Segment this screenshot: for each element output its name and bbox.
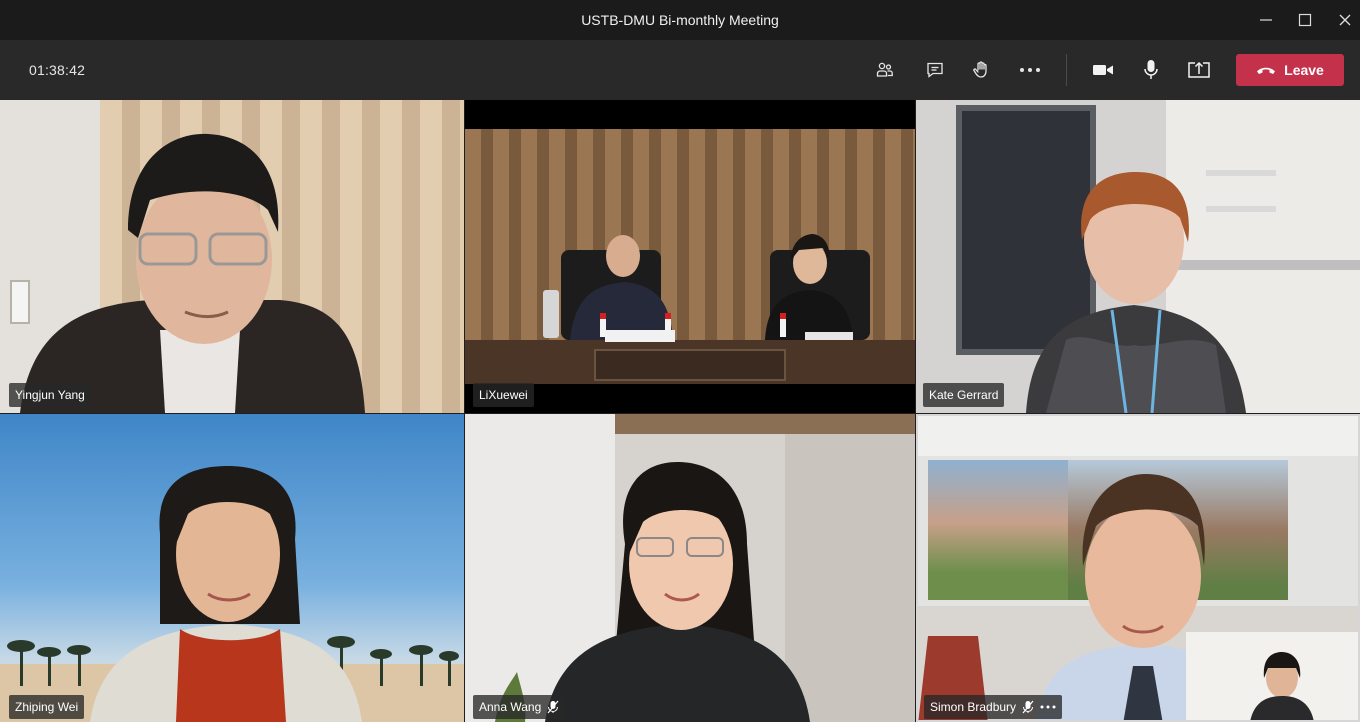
participant-video bbox=[20, 133, 365, 413]
participant-video bbox=[543, 234, 870, 381]
participant-name-tag: Anna Wang bbox=[473, 695, 566, 719]
hang-up-icon bbox=[1257, 67, 1276, 74]
participant-more-options-icon[interactable] bbox=[1040, 705, 1056, 709]
participant-name: LiXuewei bbox=[479, 388, 528, 402]
participants-icon[interactable] bbox=[870, 55, 900, 85]
window-title: USTB-DMU Bi-monthly Meeting bbox=[581, 12, 779, 28]
video-tile-zhiping-wei[interactable]: Zhiping Wei bbox=[0, 414, 464, 722]
meeting-toolbar: 01:38:42 Leave bbox=[0, 40, 1360, 100]
video-tile-kate-gerrard[interactable]: Kate Gerrard bbox=[916, 100, 1360, 413]
participant-name-tag: Yingjun Yang bbox=[9, 383, 91, 407]
chat-icon[interactable] bbox=[920, 55, 950, 85]
participant-name: Kate Gerrard bbox=[929, 388, 999, 402]
participant-name: Zhiping Wei bbox=[15, 700, 79, 714]
participant-name-tag: LiXuewei bbox=[473, 383, 534, 407]
microphone-icon[interactable] bbox=[1136, 55, 1166, 85]
participant-video bbox=[495, 462, 810, 722]
muted-microphone-icon bbox=[1022, 700, 1034, 714]
participant-name: Yingjun Yang bbox=[15, 388, 85, 402]
leave-button[interactable]: Leave bbox=[1236, 54, 1344, 86]
video-tile-yingjun-yang[interactable]: Yingjun Yang bbox=[0, 100, 464, 413]
video-tile-lixuewei[interactable]: LiXuewei bbox=[465, 100, 915, 413]
toolbar-divider bbox=[1066, 54, 1067, 86]
participant-name-tag: Zhiping Wei bbox=[9, 695, 85, 719]
muted-microphone-icon bbox=[547, 700, 559, 714]
meeting-timer: 01:38:42 bbox=[29, 62, 86, 78]
share-screen-icon[interactable] bbox=[1184, 55, 1214, 85]
participant-video bbox=[7, 466, 459, 722]
more-options-icon[interactable] bbox=[1015, 55, 1045, 85]
minimize-icon[interactable] bbox=[1251, 5, 1281, 35]
raise-hand-icon[interactable] bbox=[966, 55, 996, 85]
participant-name-tag: Simon Bradbury bbox=[924, 695, 1063, 719]
video-tile-anna-wang[interactable]: Anna Wang bbox=[465, 414, 915, 722]
participant-name: Simon Bradbury bbox=[930, 700, 1017, 714]
maximize-icon[interactable] bbox=[1290, 5, 1320, 35]
participant-name: Anna Wang bbox=[479, 700, 542, 714]
title-bar: USTB-DMU Bi-monthly Meeting bbox=[0, 0, 1360, 40]
participant-video bbox=[918, 474, 1358, 720]
leave-label: Leave bbox=[1284, 62, 1324, 78]
close-icon[interactable] bbox=[1330, 5, 1360, 35]
camera-icon[interactable] bbox=[1088, 55, 1118, 85]
video-tile-simon-bradbury[interactable]: Simon Bradbury bbox=[916, 414, 1360, 722]
participant-video bbox=[1026, 172, 1246, 413]
participant-name-tag: Kate Gerrard bbox=[923, 383, 1005, 407]
